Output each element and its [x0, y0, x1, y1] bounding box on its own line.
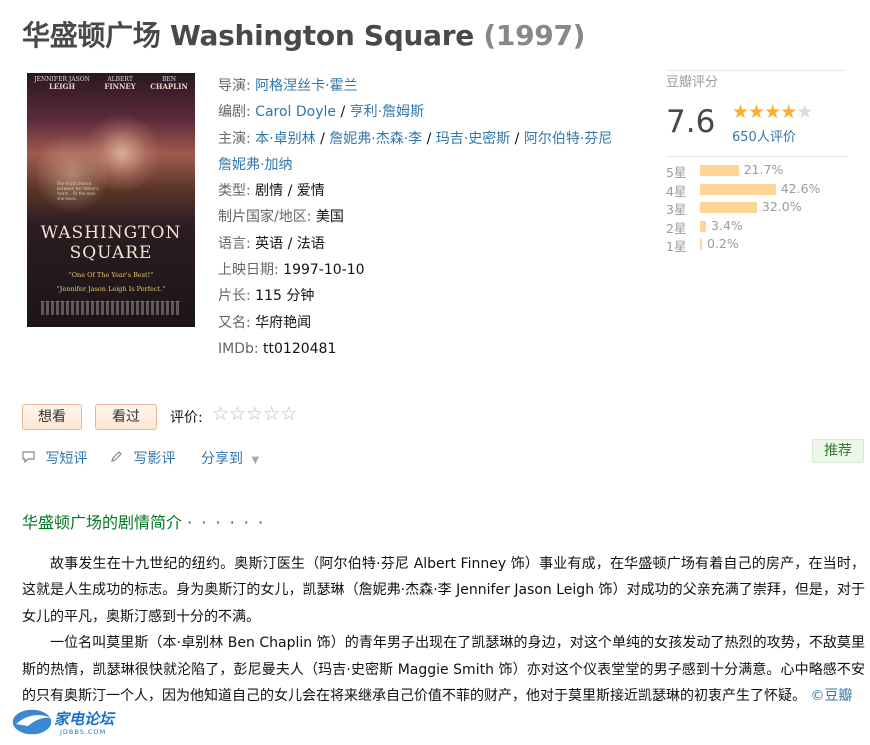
summary-paragraph: 故事发生在十九世纪的纽约。奥斯汀医生（阿尔伯特·芬尼 Albert Finney…	[22, 556, 865, 625]
distribution-bar	[700, 239, 702, 250]
poster-billing-block	[41, 301, 181, 315]
distribution-percent: 0.2%	[707, 236, 739, 251]
summary-text: 故事发生在十九世纪的纽约。奥斯汀医生（阿尔伯特·芬尼 Albert Finney…	[22, 551, 865, 709]
distribution-bar	[700, 202, 757, 213]
poster-credit: BEN CHAPLIN	[150, 76, 188, 91]
cast-link[interactable]: 詹妮弗·杰森·李	[329, 131, 422, 147]
poster-quote: "One Of The Year's Best!"	[68, 271, 154, 279]
info-release: 上映日期: 1997-10-10	[218, 262, 365, 279]
share-dropdown[interactable]: 分享到 ▼	[201, 448, 259, 468]
release-value: 1997-10-10	[283, 262, 365, 279]
summary-heading: 华盛顿广场的剧情简介 · · · · · ·	[22, 513, 266, 532]
distribution-label: 1星	[666, 239, 687, 254]
want-to-watch-button[interactable]: 想看	[22, 404, 82, 430]
watermark-icon	[11, 708, 53, 736]
divider	[666, 156, 848, 157]
comment-icon	[22, 451, 39, 467]
write-review-link[interactable]: 写影评	[110, 448, 175, 468]
rating-stars: ★★★★★	[732, 101, 813, 123]
pencil-icon	[110, 451, 127, 467]
rating-distribution-row: 4星 42.6%	[666, 181, 848, 200]
aka-value: 华府艳闻	[255, 314, 312, 331]
user-rating-stars[interactable]: ☆☆☆☆☆	[212, 403, 297, 425]
distribution-label: 4星	[666, 183, 687, 199]
cast-link[interactable]: 詹妮弗·加纳	[218, 157, 292, 173]
rating-distribution-row: 3星 32.0%	[666, 199, 848, 218]
rate-star-5-icon[interactable]: ☆	[280, 403, 297, 425]
rating-star-icon: ★	[796, 101, 813, 123]
movie-info: 导演: 阿格涅丝卡·霍兰 编剧: Carol Doyle / 亨利·詹姆斯 主演…	[218, 73, 648, 362]
writer-link[interactable]: Carol Doyle	[255, 104, 336, 120]
rate-star-2-icon[interactable]: ☆	[229, 403, 246, 425]
release-year: (1997)	[483, 19, 586, 52]
distribution-percent: 21.7%	[743, 162, 784, 177]
rate-label: 评价:	[170, 410, 203, 426]
info-director: 导演: 阿格涅丝卡·霍兰	[218, 78, 358, 94]
language-value: 英语 / 法语	[255, 235, 325, 252]
rating-distribution-row: 2星 3.4%	[666, 218, 848, 237]
cast-link[interactable]: 本·卓别林	[255, 131, 315, 147]
runtime-value: 115 分钟	[255, 288, 315, 305]
rating-score: 7.6	[666, 104, 716, 140]
poster-credit: ALBERT FINNEY	[104, 76, 136, 91]
poster-art-secondary	[37, 128, 107, 218]
director-link[interactable]: 阿格涅丝卡·霍兰	[255, 78, 357, 94]
distribution-percent: 42.6%	[780, 180, 821, 196]
info-runtime: 片长: 115 分钟	[218, 288, 315, 305]
summary-paragraph: 一位名叫莫里斯（本·卓别林 Ben Chaplin 饰）的青年男子出现在了凯瑟琳…	[22, 635, 865, 705]
info-writers: 编剧: Carol Doyle / 亨利·詹姆斯	[218, 104, 425, 121]
info-cast: 主演: 本·卓别林 / 詹妮弗·杰森·李 / 玛吉·史密斯 / 阿尔伯特·芬尼	[218, 130, 613, 147]
watermark-text: 家电论坛	[54, 710, 115, 728]
rating-star-icon: ★	[764, 101, 781, 123]
rating-star-icon: ★	[732, 101, 749, 123]
chevron-down-icon: ▼	[251, 455, 260, 466]
write-short-review-link[interactable]: 写短评	[22, 448, 87, 468]
watermark-subtext: JDBBS.COM	[60, 728, 107, 736]
distribution-label: 2星	[666, 220, 687, 236]
movie-poster[interactable]: JENNIFER JASON LEIGH ALBERT FINNEY BEN CHAP…	[27, 73, 195, 327]
rating-distribution-row: 1星 0.2%	[666, 236, 848, 255]
info-language: 语言: 英语 / 法语	[218, 235, 325, 252]
rating-distribution-row: 5星 21.7%	[666, 162, 848, 181]
poster-credit: JENNIFER JASON LEIGH	[34, 76, 90, 91]
distribution-percent: 3.4%	[711, 217, 743, 233]
recommend-button[interactable]: 推荐	[812, 439, 864, 463]
cast-link[interactable]: 阿尔伯特·芬尼	[524, 131, 612, 147]
distribution-bar	[700, 220, 707, 232]
info-cast-cont: 詹妮弗·加纳	[218, 152, 648, 178]
poster-credits: JENNIFER JASON LEIGH ALBERT FINNEY BEN CHAP…	[27, 76, 195, 90]
distribution-bar	[700, 165, 739, 176]
rating-star-icon: ★	[780, 101, 797, 123]
info-aka: 又名: 华府艳闻	[218, 314, 312, 331]
rating-distribution: 5星 21.7% 4星 42.6% 3星 32.0% 2星 3.4% 1星 0.2%	[666, 162, 848, 255]
distribution-bar	[700, 183, 776, 195]
rating-star-icon: ★	[748, 101, 765, 123]
page-title-main: 华盛顿广场 Washington Square	[22, 19, 474, 52]
watermark-logo: 家电论坛 JDBBS.COM	[10, 704, 140, 742]
rate-star-3-icon[interactable]: ☆	[246, 403, 263, 425]
rating-header: 豆瓣评分	[666, 70, 846, 90]
watched-button[interactable]: 看过	[95, 404, 157, 430]
poster-quote: "Jennifer Jason Leigh Is Perfect."	[56, 285, 166, 293]
info-genre: 类型: 剧情 / 爱情	[218, 183, 325, 200]
info-country: 制片国家/地区: 美国	[218, 209, 344, 226]
cast-link[interactable]: 玛吉·史密斯	[436, 131, 510, 147]
votes-link[interactable]: 650人评价	[732, 126, 796, 145]
distribution-label: 3星	[666, 202, 687, 217]
poster-title: WASHINGTON SQUARE	[40, 223, 182, 263]
rating-panel: 豆瓣评分 7.6 ★★★★★ 650人评价 5星 21.7% 4星 42.6% 3星 32…	[666, 70, 848, 254]
info-imdb: IMDb: tt0120481	[218, 340, 337, 357]
country-value: 美国	[315, 209, 344, 226]
imdb-value: tt0120481	[263, 340, 337, 357]
rate-star-4-icon[interactable]: ☆	[263, 403, 280, 425]
poster-tagline: She must choose between her father's hea…	[57, 181, 99, 201]
genre-value: 剧情 / 爱情	[255, 183, 325, 200]
rate-star-1-icon[interactable]: ☆	[212, 403, 229, 425]
distribution-percent: 32.0%	[761, 199, 802, 214]
writer-link[interactable]: 亨利·詹姆斯	[350, 104, 424, 120]
source-link[interactable]: ©豆瓣	[810, 688, 852, 704]
distribution-label: 5星	[666, 165, 687, 180]
page-title: 华盛顿广场 Washington Square (1997)	[22, 14, 585, 54]
